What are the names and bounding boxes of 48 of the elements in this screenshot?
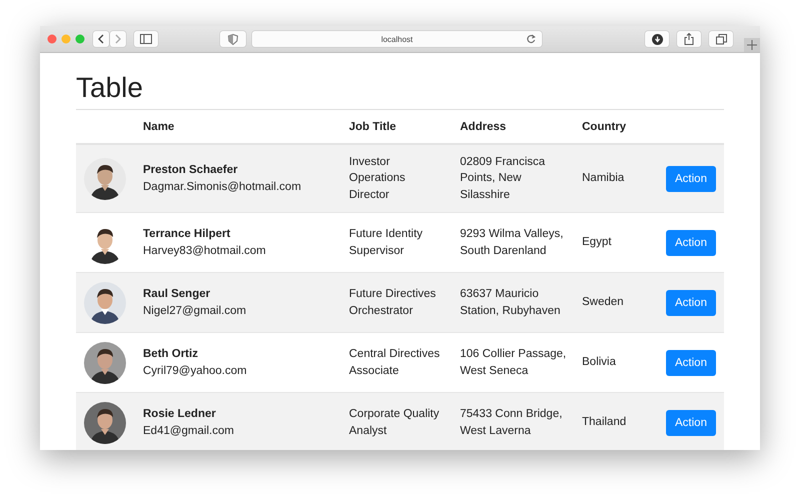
download-button[interactable] [645, 31, 669, 47]
address: 02809 Francisca Points, New Silasshire [460, 156, 546, 201]
sidebar-icon [140, 34, 152, 44]
action-button[interactable]: Action [666, 350, 716, 376]
plus-icon [747, 40, 757, 50]
job-title: Future Identity Supervisor [349, 228, 423, 256]
address: 106 Collier Passage, West Seneca [460, 348, 566, 376]
download-icon [652, 34, 662, 44]
person-name: Rosie Ledner [143, 407, 217, 422]
country: Egypt [582, 236, 612, 248]
sidebar-button[interactable] [134, 31, 158, 47]
back-button[interactable] [93, 31, 109, 47]
share-button[interactable] [677, 31, 701, 47]
person-name: Raul Senger [143, 287, 212, 302]
person-name: Terrance Hilpert [143, 227, 232, 242]
reload-icon[interactable] [526, 34, 536, 44]
action-button[interactable]: Action [666, 410, 716, 436]
back-icon [97, 34, 105, 44]
address: 9293 Wilma Valleys, South Darenland [460, 228, 564, 256]
shield-icon [228, 34, 238, 44]
job-title: Future Directives Orchestrator [349, 288, 436, 316]
share-icon [684, 33, 694, 45]
privacy-button[interactable] [220, 31, 246, 47]
country: Sweden [582, 296, 624, 308]
person-email: Harvey83@hotmail.com [143, 244, 267, 258]
person-email: Nigel27@gmail.com [143, 304, 248, 318]
person-email: Dagmar.Simonis@hotmail.com [143, 180, 302, 194]
country: Bolivia [582, 356, 616, 368]
address: 63637 Mauricio Station, Rubyhaven [460, 288, 560, 316]
new-tab-button[interactable] [744, 38, 760, 52]
person-name: Beth Ortiz [143, 347, 199, 362]
job-title: Corporate Quality Analyst [349, 408, 440, 436]
job-title: Investor Operations Director [349, 156, 406, 201]
person-email: Ed41@gmail.com [143, 424, 235, 438]
country: Thailand [582, 416, 626, 428]
forward-icon [114, 34, 122, 44]
person-name: Preston Schaefer [143, 163, 239, 178]
page-title: Table [76, 72, 144, 104]
address: 75433 Conn Bridge, West Laverna [460, 408, 562, 436]
action-button[interactable]: Action [666, 166, 716, 192]
action-button[interactable]: Action [666, 230, 716, 256]
person-email: Cyril79@yahoo.com [143, 364, 248, 378]
action-button[interactable]: Action [666, 290, 716, 316]
address-bar[interactable]: localhost [252, 31, 542, 47]
country: Namibia [582, 172, 624, 184]
tabs-button[interactable] [709, 31, 733, 47]
tabs-icon [716, 34, 726, 44]
job-title: Central Directives Associate [349, 348, 440, 376]
